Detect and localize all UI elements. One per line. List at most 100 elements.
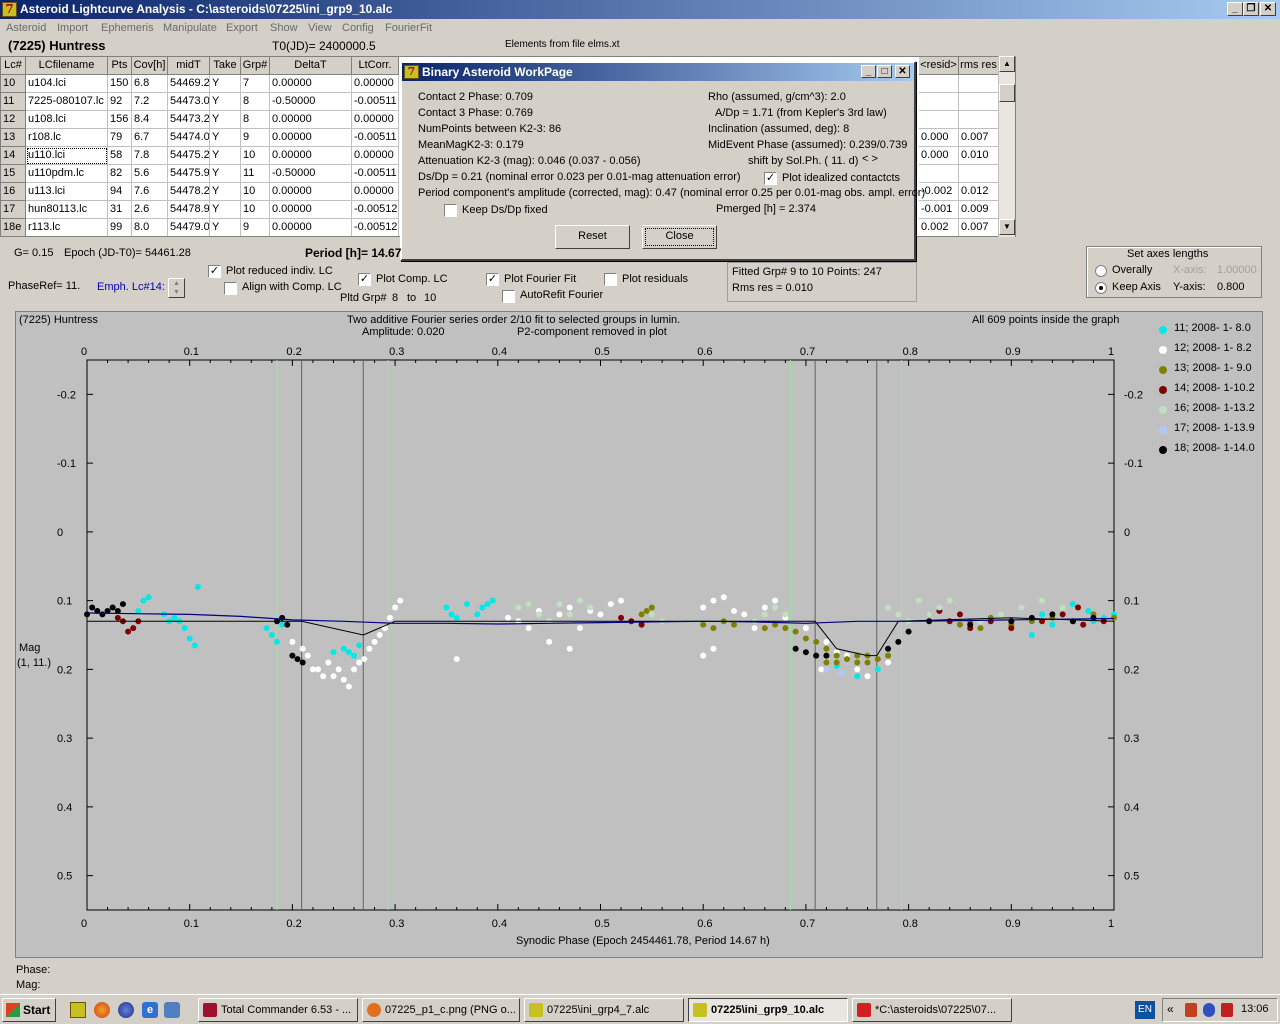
table-cell[interactable] bbox=[919, 111, 959, 129]
plot-canvas[interactable]: 0 0 0.1 0.1 0.2 0.2 0.3 0.3 0.4 0.4 0.5 0.5 0.6 0.6 0.… bbox=[16, 312, 1262, 957]
tray-shield-icon[interactable] bbox=[1221, 1003, 1233, 1017]
table-cell[interactable]: Y bbox=[210, 129, 241, 147]
table-cell[interactable]: Y bbox=[210, 219, 241, 236]
table-cell[interactable]: 54475.2 bbox=[168, 147, 210, 165]
y-axis-value[interactable]: 0.800 bbox=[1217, 281, 1245, 293]
table-cell[interactable]: 7.8 bbox=[132, 147, 168, 165]
table-cell[interactable]: r113.lc bbox=[26, 219, 108, 236]
table-cell[interactable]: Y bbox=[210, 201, 241, 219]
table-cell[interactable]: 79 bbox=[108, 129, 132, 147]
table-cell[interactable]: 9 bbox=[241, 129, 270, 147]
reset-button[interactable]: Reset bbox=[555, 225, 630, 249]
menu-config[interactable]: Config bbox=[342, 22, 374, 34]
task-png-viewer[interactable]: 07225_p1_c.png (PNG o... bbox=[362, 998, 520, 1022]
column-header[interactable]: rms res bbox=[959, 57, 999, 75]
task-grp4-7[interactable]: 07225\ini_grp4_7.alc bbox=[524, 998, 684, 1022]
column-header[interactable]: Cov[h] bbox=[132, 57, 168, 75]
table-cell[interactable]: 58 bbox=[108, 147, 132, 165]
table-cell[interactable]: hun80113.lc bbox=[26, 201, 108, 219]
firefox-icon[interactable] bbox=[94, 1002, 110, 1018]
table-cell[interactable]: u113.lci bbox=[26, 183, 108, 201]
row-header[interactable]: 10 bbox=[1, 75, 26, 93]
menu-ephemeris[interactable]: Ephemeris bbox=[101, 22, 154, 34]
table-cell[interactable]: 10 bbox=[241, 147, 270, 165]
table-cell[interactable]: Y bbox=[210, 165, 241, 183]
table-cell[interactable]: 54474.0 bbox=[168, 129, 210, 147]
table-cell[interactable]: 0.007 bbox=[959, 129, 999, 147]
row-header[interactable]: 13 bbox=[1, 129, 26, 147]
idealized-checkbox[interactable]: ✓ bbox=[764, 172, 777, 185]
menu-view[interactable]: View bbox=[308, 22, 332, 34]
row-header[interactable]: 17 bbox=[1, 201, 26, 219]
column-header[interactable]: LCfilename bbox=[26, 57, 108, 75]
table-cell[interactable]: r108.lc bbox=[26, 129, 108, 147]
table-cell[interactable]: 54473.2 bbox=[168, 111, 210, 129]
table-cell[interactable]: 0.009 bbox=[959, 201, 999, 219]
task-total-commander[interactable]: Total Commander 6.53 - ... bbox=[198, 998, 358, 1022]
table-cell[interactable]: u104.lci bbox=[26, 75, 108, 93]
table-cell[interactable]: 8 bbox=[241, 93, 270, 111]
table-cell[interactable]: -0.00511 bbox=[352, 165, 399, 183]
table-cell[interactable]: 7 bbox=[241, 75, 270, 93]
table-cell[interactable]: 6.7 bbox=[132, 129, 168, 147]
table-cell[interactable]: 156 bbox=[108, 111, 132, 129]
table-cell[interactable] bbox=[959, 165, 999, 183]
table-cell[interactable]: -0.00512 bbox=[352, 201, 399, 219]
overally-radio[interactable] bbox=[1095, 265, 1107, 277]
column-header[interactable]: <resid> bbox=[919, 57, 959, 75]
row-header[interactable]: 15 bbox=[1, 165, 26, 183]
table-cell[interactable] bbox=[919, 93, 959, 111]
scroll-up-button[interactable]: ▲ bbox=[999, 56, 1015, 72]
ie-icon[interactable]: e bbox=[142, 1002, 158, 1018]
plot-residuals-checkbox[interactable] bbox=[604, 273, 617, 286]
table-cell[interactable] bbox=[919, 75, 959, 93]
quicklaunch-app-icon[interactable] bbox=[70, 1002, 86, 1018]
table-cell[interactable]: -0.00511 bbox=[352, 129, 399, 147]
table-cell[interactable]: Y bbox=[210, 183, 241, 201]
scroll-thumb[interactable] bbox=[999, 84, 1015, 102]
table-cell[interactable]: 0.00000 bbox=[270, 183, 352, 201]
table-cell[interactable]: 0.00000 bbox=[352, 183, 399, 201]
menu-show[interactable]: Show bbox=[270, 22, 298, 34]
table-cell[interactable]: -0.001 bbox=[919, 201, 959, 219]
table-cell[interactable]: Y bbox=[210, 75, 241, 93]
table-cell[interactable]: 7.2 bbox=[132, 93, 168, 111]
table-cell[interactable]: Y bbox=[210, 93, 241, 111]
start-button[interactable]: Start bbox=[2, 998, 56, 1022]
table-cell[interactable]: 0.00000 bbox=[270, 129, 352, 147]
menu-manipulate[interactable]: Manipulate bbox=[163, 22, 217, 34]
table-cell[interactable]: -0.50000 bbox=[270, 93, 352, 111]
row-header[interactable]: 16 bbox=[1, 183, 26, 201]
column-header[interactable]: Lc# bbox=[1, 57, 26, 75]
table-cell[interactable]: 31 bbox=[108, 201, 132, 219]
table-cell[interactable]: 0.007 bbox=[959, 219, 999, 236]
row-header[interactable]: 18e bbox=[1, 219, 26, 236]
table-cell[interactable]: -0.00512 bbox=[352, 219, 399, 236]
table-cell[interactable]: 0.00000 bbox=[352, 75, 399, 93]
pltd-grp-from[interactable]: 8 bbox=[392, 292, 398, 304]
x-axis-value[interactable]: 1.00000 bbox=[1217, 264, 1257, 276]
keep-axis-radio[interactable] bbox=[1095, 282, 1107, 294]
table-cell[interactable]: 92 bbox=[108, 93, 132, 111]
close-button[interactable]: Close bbox=[642, 225, 717, 249]
close-window-button[interactable]: ✕ bbox=[1260, 2, 1276, 16]
table-cell[interactable]: u108.lci bbox=[26, 111, 108, 129]
menu-fourierfit[interactable]: FourierFit bbox=[385, 22, 432, 34]
dialog-maximize-button[interactable]: □ bbox=[877, 65, 892, 78]
table-cell[interactable]: 10 bbox=[241, 183, 270, 201]
table-cell[interactable]: 8.0 bbox=[132, 219, 168, 236]
table-cell[interactable]: 54478.2 bbox=[168, 183, 210, 201]
table-cell[interactable]: 0.00000 bbox=[270, 219, 352, 236]
autorefit-checkbox[interactable] bbox=[502, 290, 515, 303]
table-cell[interactable]: 0.012 bbox=[959, 183, 999, 201]
restore-button[interactable]: ❐ bbox=[1243, 2, 1259, 16]
table-cell[interactable] bbox=[959, 75, 999, 93]
language-indicator[interactable]: EN bbox=[1135, 1001, 1155, 1019]
lightcurve-plot[interactable]: 0 0 0.1 0.1 0.2 0.2 0.3 0.3 0.4 0.4 0.5 0.5 0.6 0.6 0.… bbox=[15, 311, 1263, 958]
emph-spinner[interactable]: ▲ ▼ bbox=[168, 278, 185, 298]
column-header[interactable]: Pts bbox=[108, 57, 132, 75]
table-cell[interactable]: 94 bbox=[108, 183, 132, 201]
dialog-minimize-button[interactable]: _ bbox=[861, 65, 876, 78]
row-header[interactable]: 11 bbox=[1, 93, 26, 111]
desktop-icon[interactable] bbox=[164, 1002, 180, 1018]
